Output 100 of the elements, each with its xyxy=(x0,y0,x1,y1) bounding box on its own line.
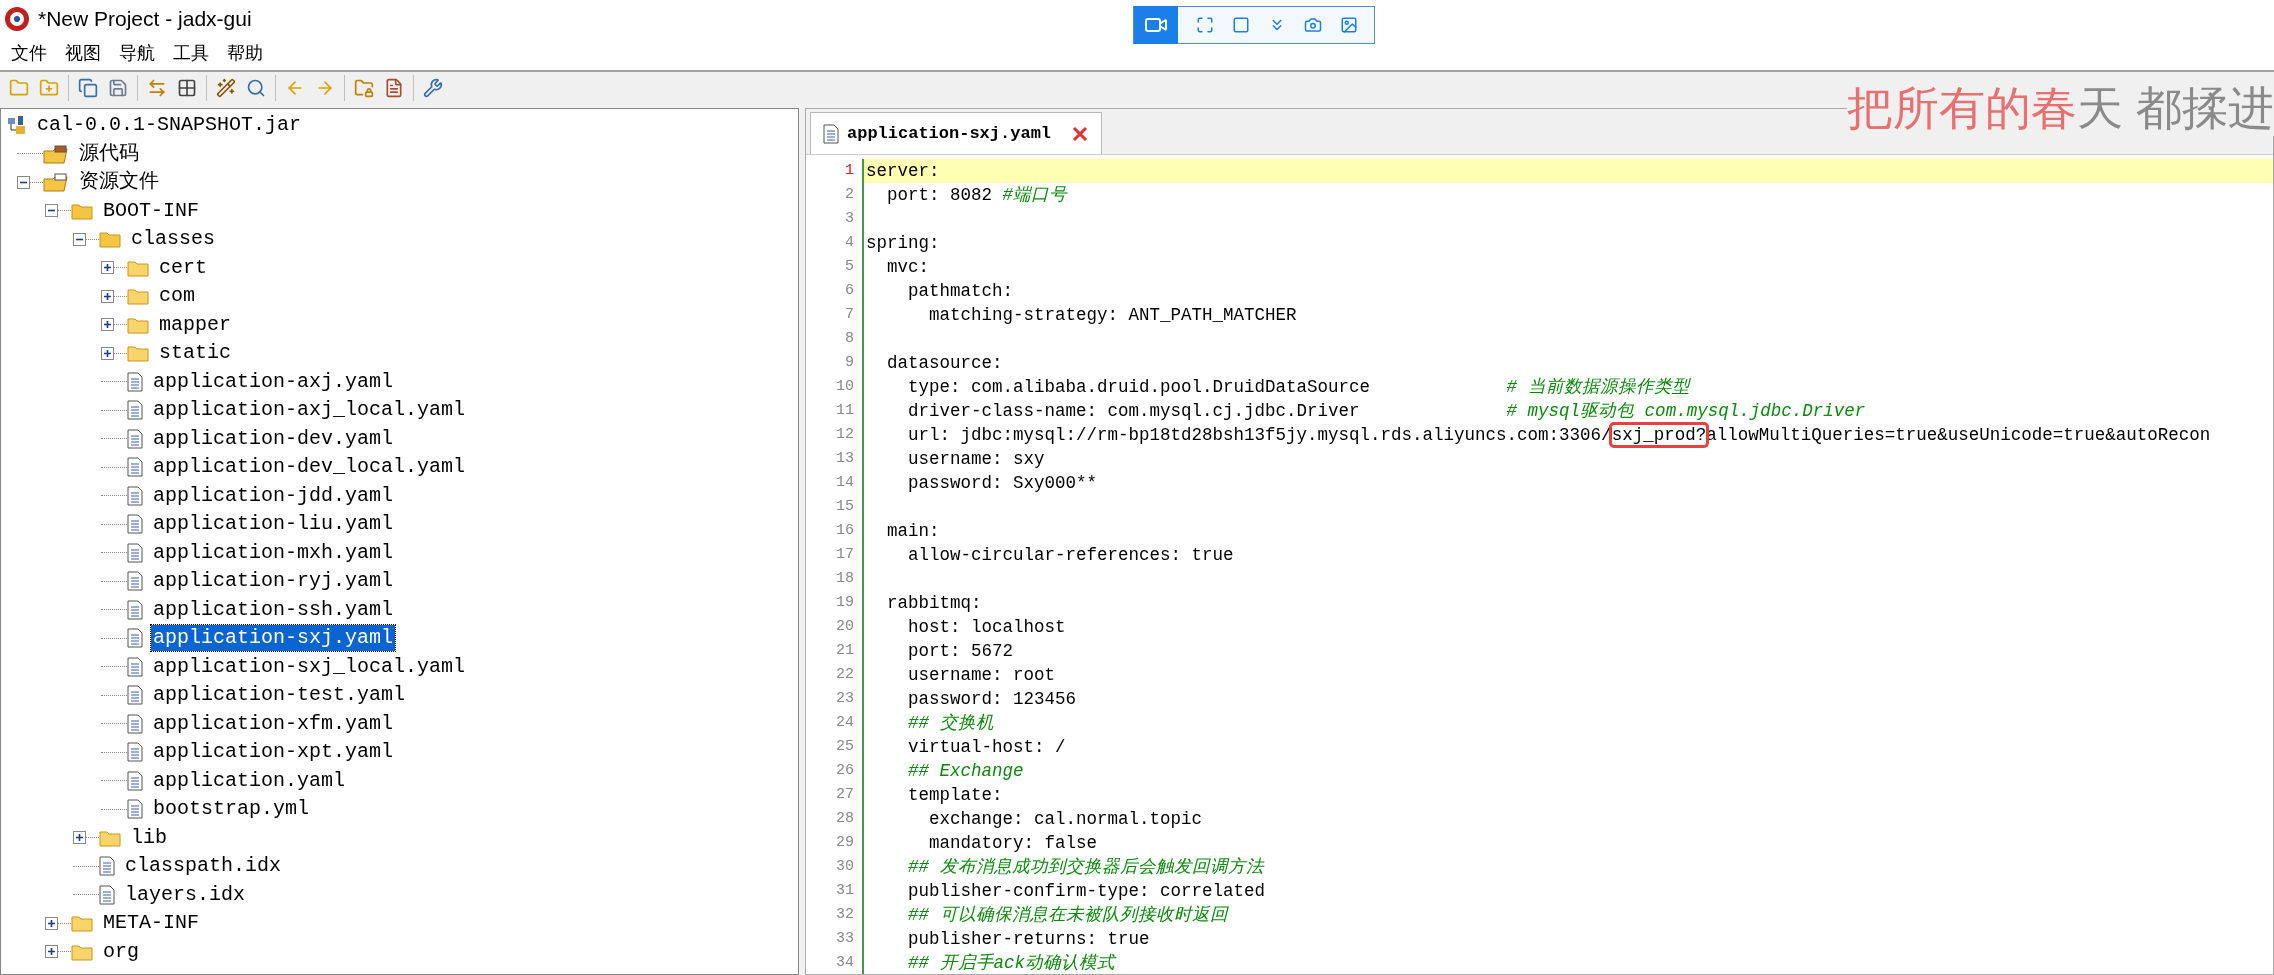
tree-item[interactable]: application-liu.yaml xyxy=(151,511,396,538)
tree-item[interactable]: application-xpt.yaml xyxy=(151,739,396,766)
menu-item[interactable]: 帮助 xyxy=(220,39,270,67)
code-text: port: 5672 xyxy=(907,641,1014,661)
code-text: url: jdbc:mysql://rm-bp18td28bsh13f5jy.mysql.rds.aliyuncs.com:3306/ xyxy=(907,425,1612,445)
expand-toggle[interactable] xyxy=(45,945,58,959)
file-icon xyxy=(127,428,143,449)
menu-item[interactable]: 导航 xyxy=(112,39,162,67)
tree-item[interactable]: application-mxh.yaml xyxy=(151,539,396,566)
file-icon xyxy=(127,514,143,535)
tree-item[interactable]: application-axj.yaml xyxy=(151,368,396,395)
menu-item[interactable]: 文件 xyxy=(4,39,54,67)
tree-item[interactable]: application-axj_local.yaml xyxy=(151,397,468,424)
file-icon xyxy=(127,400,143,421)
code-text: host: localhost xyxy=(907,617,1066,637)
file-icon xyxy=(127,799,143,820)
folder-icon xyxy=(127,287,149,306)
expand-toggle[interactable] xyxy=(73,831,86,845)
tree-item[interactable]: com xyxy=(157,283,197,310)
code-text: main: xyxy=(886,521,940,541)
folder-icon xyxy=(71,914,93,933)
app-logo-icon xyxy=(4,6,30,32)
code-comment: # mysql驱动包 com.mysql.jdbc.Driver xyxy=(1506,401,1866,421)
code-text: username: sxy xyxy=(907,449,1045,469)
tree-item[interactable]: application-test.yaml xyxy=(151,682,408,709)
tree-item[interactable]: lib xyxy=(129,824,169,851)
expand-toggle[interactable] xyxy=(101,318,114,332)
code-text: allow-circular-references: true xyxy=(907,545,1234,565)
code-comment: ## 发布消息成功到交换器后会触发回调方法 xyxy=(907,857,1264,877)
tree-item[interactable]: application-jdd.yaml xyxy=(151,482,396,509)
file-icon xyxy=(127,656,143,677)
editor-tab[interactable]: application-sxj.yaml xyxy=(810,112,1103,154)
tree-item[interactable]: bootstrap.yml xyxy=(151,796,312,823)
tree-item[interactable]: application-sxj.yaml xyxy=(151,625,396,652)
tree-item[interactable]: mapper xyxy=(157,311,233,338)
code-comment: #端口号 xyxy=(1002,185,1068,205)
collapse-toggle[interactable] xyxy=(17,175,30,189)
code-text: server: xyxy=(866,161,940,181)
code-text: publisher-confirm-type: correlated xyxy=(907,881,1266,901)
file-icon xyxy=(127,571,143,592)
tree-item[interactable]: classes xyxy=(129,226,217,253)
tree-item[interactable]: META-INF xyxy=(101,910,201,937)
collapse-toggle[interactable] xyxy=(45,204,58,218)
expand-toggle[interactable] xyxy=(45,916,58,930)
tree-item[interactable]: classpath.idx xyxy=(123,853,284,880)
tree-item[interactable]: 资源文件 xyxy=(77,169,161,196)
code-text: port: 8082 xyxy=(886,185,994,205)
code-text: password: Sxy000** xyxy=(907,473,1098,493)
code-comment: ## 可以确保消息在未被队列接收时返回 xyxy=(907,905,1228,925)
code-comment: ## 交换机 xyxy=(907,713,994,733)
tree-item[interactable]: layers.idx xyxy=(123,881,248,908)
expand-toggle[interactable] xyxy=(101,289,114,303)
tree-item[interactable]: application-sxj_local.yaml xyxy=(151,653,468,680)
file-icon xyxy=(127,457,143,478)
collapse-toggle[interactable] xyxy=(73,232,86,246)
tree-item[interactable]: static xyxy=(157,340,233,367)
tree-item[interactable]: application-ryj.yaml xyxy=(151,568,396,595)
menu-item[interactable]: 视图 xyxy=(58,39,108,67)
code-comment: ## 开启手ack动确认模式 xyxy=(907,953,1116,973)
tree-item[interactable]: BOOT-INF xyxy=(101,197,201,224)
code-text: matching-strategy: ANT_PATH_MATCHER xyxy=(928,305,1297,325)
archive-icon xyxy=(7,115,27,136)
tree-item[interactable]: application-dev_local.yaml xyxy=(151,454,468,481)
code-text: template: xyxy=(907,785,1003,805)
file-icon xyxy=(127,685,143,706)
camera-icon[interactable] xyxy=(1304,16,1322,34)
code-text: publisher-returns: true xyxy=(907,929,1150,949)
tree-item[interactable]: application-xfm.yaml xyxy=(151,710,396,737)
tree-item[interactable]: 源代码 xyxy=(77,140,141,167)
file-icon xyxy=(99,856,115,877)
image-icon[interactable] xyxy=(1340,16,1358,34)
code-text: datasource: xyxy=(886,353,1003,373)
expand-toggle[interactable] xyxy=(101,261,114,275)
code-text: mvc: xyxy=(886,257,929,277)
code-comment: ## Exchange xyxy=(907,761,1024,781)
code-comment: # 当前数据源操作类型 xyxy=(1506,377,1690,397)
tree-item[interactable]: cert xyxy=(157,254,209,281)
tree-item[interactable]: application-dev.yaml xyxy=(151,425,396,452)
code-text: exchange: cal.normal.topic xyxy=(928,809,1203,829)
region-icon[interactable] xyxy=(1232,16,1250,34)
file-icon xyxy=(127,742,143,763)
tree-item[interactable]: application.yaml xyxy=(151,767,348,794)
folder-icon xyxy=(99,828,121,847)
line-number: 1 xyxy=(806,159,862,183)
window-title: *New Project - jadx-gui xyxy=(38,6,252,33)
code-text: driver-class-name: com.mysql.cj.jdbc.Driver xyxy=(907,401,1361,421)
fullscreen-icon[interactable] xyxy=(1196,16,1214,34)
folder-icon xyxy=(99,230,121,249)
menu-item[interactable]: 工具 xyxy=(166,39,216,67)
tree-item[interactable]: org xyxy=(101,938,141,965)
folder-icon xyxy=(71,201,93,220)
close-icon[interactable] xyxy=(1071,124,1090,143)
file-icon xyxy=(99,884,115,905)
tree-item[interactable]: cal-0.0.1-SNAPSHOT.jar xyxy=(35,112,304,139)
video-camera-icon[interactable] xyxy=(1134,6,1178,44)
code-text: password: 123456 xyxy=(907,689,1077,709)
file-icon xyxy=(127,713,143,734)
tree-item[interactable]: application-ssh.yaml xyxy=(151,596,396,623)
expand-toggle[interactable] xyxy=(101,346,114,360)
file-icon xyxy=(127,628,143,649)
